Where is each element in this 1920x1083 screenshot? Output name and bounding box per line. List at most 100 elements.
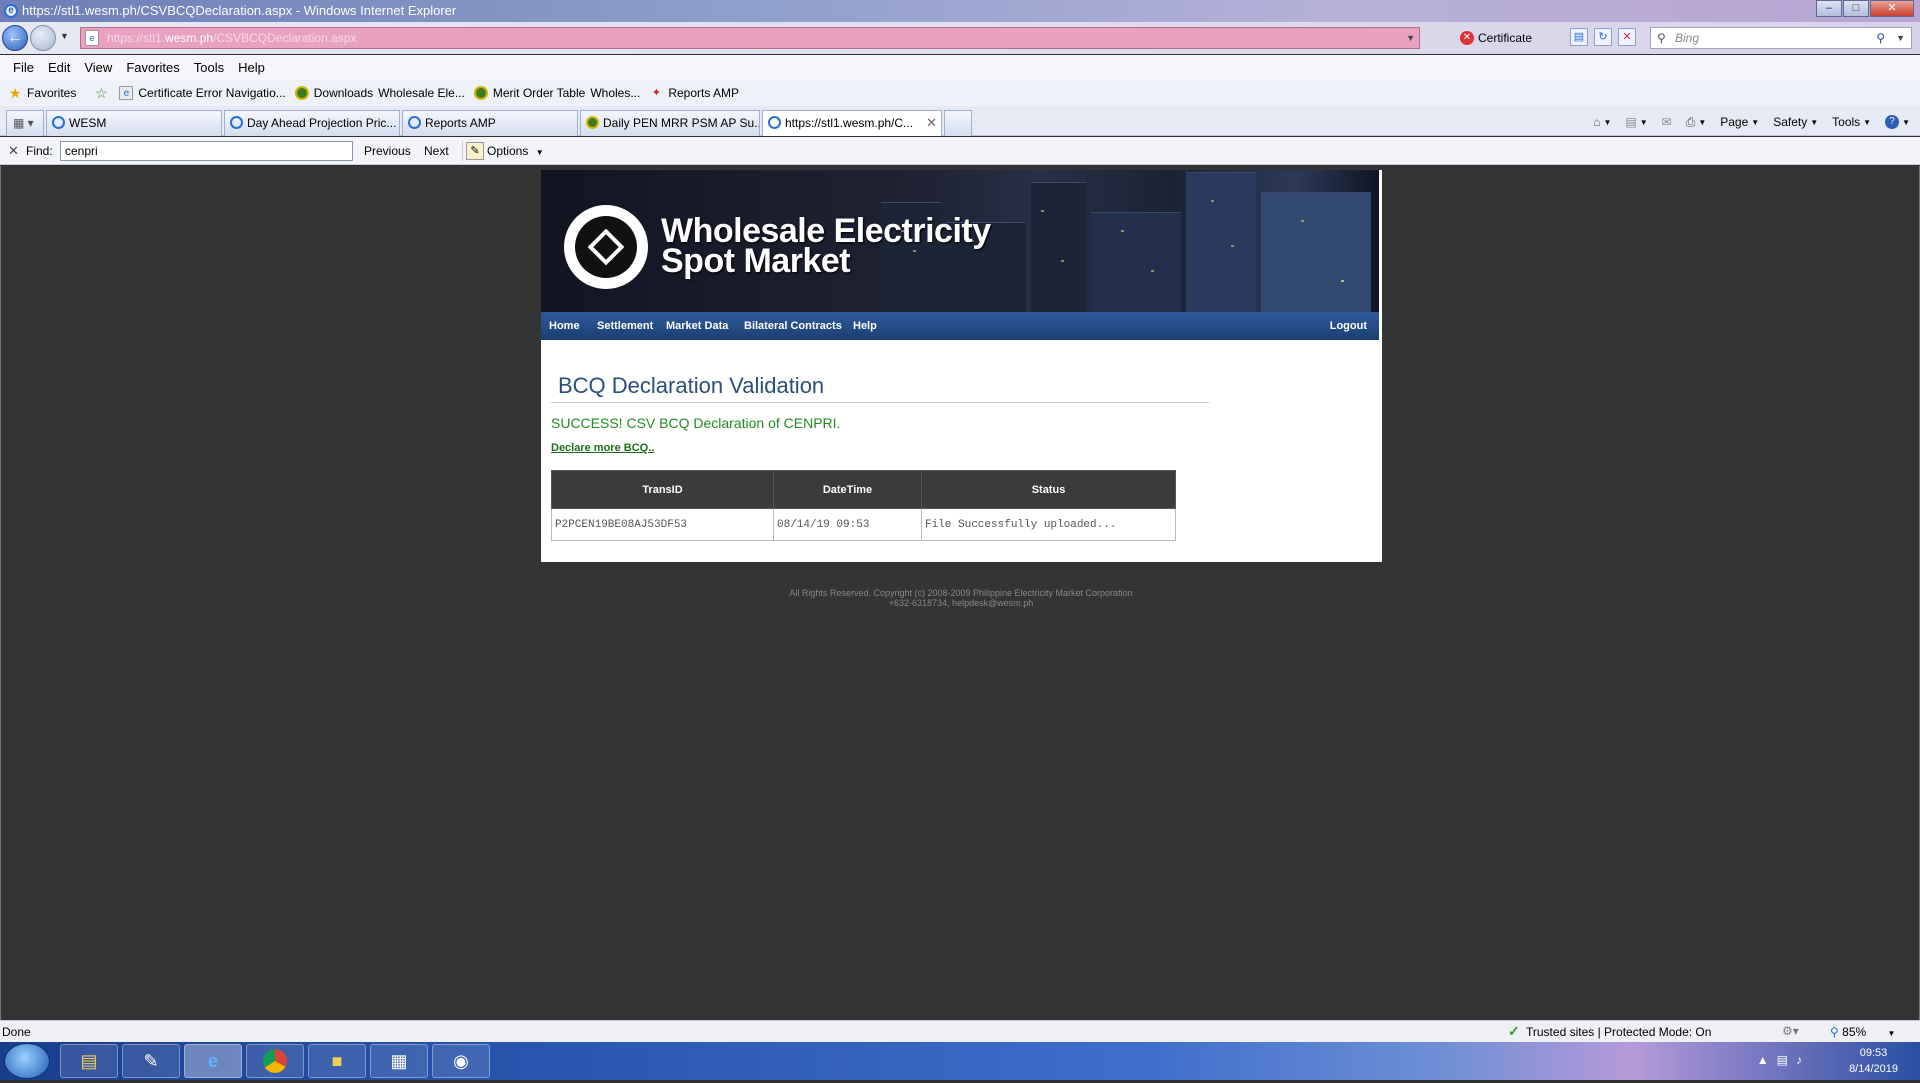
tab-label: Reports AMP bbox=[425, 116, 496, 130]
start-button[interactable] bbox=[4, 1043, 50, 1079]
ie-icon: e bbox=[207, 1051, 218, 1071]
menu-help[interactable]: Help bbox=[231, 60, 272, 75]
system-tray[interactable]: ▲▤♪ bbox=[1757, 1053, 1810, 1067]
status-bar: Done ✓ Trusted sites | Protected Mode: O… bbox=[0, 1020, 1920, 1042]
home-button[interactable]: ⌂ ▼ bbox=[1593, 115, 1611, 129]
nav-bilateral-contracts[interactable]: Bilateral Contracts bbox=[744, 320, 842, 332]
clock-time: 09:53 bbox=[1859, 1047, 1888, 1059]
show-hidden-icon[interactable]: ▲ bbox=[1757, 1053, 1777, 1067]
favorites-button[interactable]: ★ Favorites bbox=[8, 86, 77, 100]
tab-reports-amp[interactable]: Reports AMP bbox=[402, 110, 578, 136]
find-next-button[interactable]: Next bbox=[424, 144, 449, 158]
wesm-logo-mark bbox=[587, 228, 625, 266]
highlight-icon: ✎ bbox=[466, 142, 484, 160]
forward-button[interactable]: → bbox=[30, 25, 56, 51]
find-input[interactable]: cenpri bbox=[60, 141, 353, 161]
compatibility-view-icon[interactable]: ▤ bbox=[1570, 28, 1588, 46]
search-dropdown-icon[interactable]: ▼ bbox=[1896, 28, 1905, 48]
menu-file[interactable]: File bbox=[6, 60, 41, 75]
minimize-button[interactable]: – bbox=[1816, 0, 1842, 17]
ie-page-icon bbox=[230, 116, 243, 129]
ie-page-icon bbox=[408, 116, 421, 129]
favorites-label: Favorites bbox=[27, 86, 77, 100]
tab-daily-pen-mrr[interactable]: Daily PEN MRR PSM AP Su... bbox=[580, 110, 760, 136]
find-options-button[interactable]: ✎ Options ▼ bbox=[462, 141, 544, 161]
zoom-control[interactable]: ⚲ 85% ▼ bbox=[1830, 1025, 1895, 1039]
fav-item-downloads[interactable]: Downloads bbox=[294, 86, 374, 100]
wesm-icon bbox=[294, 86, 309, 100]
new-tab-button[interactable] bbox=[944, 110, 972, 136]
back-button[interactable]: ← bbox=[2, 25, 28, 51]
zoom-icon: ⚲ bbox=[1830, 1025, 1839, 1039]
fav-item-label: Merit Order Table bbox=[492, 86, 586, 100]
search-input[interactable]: ⚲ Bing ⚲ ▼ bbox=[1650, 27, 1912, 49]
taskbar-folder[interactable]: ■ bbox=[308, 1044, 366, 1078]
find-bar: ✕ Find: cenpri Previous Next ✎ Options ▼ bbox=[0, 137, 1920, 165]
find-label: Find: bbox=[26, 144, 53, 158]
favorites-bar: ★ Favorites ☆ e Certificate Error Naviga… bbox=[0, 80, 1920, 106]
status-text: Done bbox=[2, 1025, 31, 1039]
menu-view[interactable]: View bbox=[77, 60, 119, 75]
taskbar-internet-explorer[interactable]: e bbox=[184, 1044, 242, 1078]
taskbar-clock[interactable]: 09:53 8/14/2019 bbox=[1849, 1045, 1898, 1077]
menu-favorites[interactable]: Favorites bbox=[119, 60, 186, 75]
nav-help[interactable]: Help bbox=[853, 320, 877, 332]
tab-wesm[interactable]: WESM bbox=[46, 110, 222, 136]
stop-icon[interactable]: ✕ bbox=[1618, 28, 1636, 46]
page-menu[interactable]: Page ▼ bbox=[1720, 115, 1759, 129]
tools-menu[interactable]: Tools ▼ bbox=[1832, 115, 1871, 129]
print-button[interactable]: ⎙ ▼ bbox=[1686, 115, 1707, 130]
nav-settlement[interactable]: Settlement bbox=[597, 320, 653, 332]
taskbar-app[interactable]: ✎ bbox=[122, 1044, 180, 1078]
menu-tools[interactable]: Tools bbox=[187, 60, 231, 75]
address-input[interactable]: e https://stl1.wesm.ph/CSVBCQDeclaration… bbox=[80, 27, 1420, 49]
fav-item-label: Downloads bbox=[313, 86, 374, 100]
nav-market-data[interactable]: Market Data bbox=[666, 320, 728, 332]
cell-status: File Successfully uploaded... bbox=[921, 508, 1176, 541]
feeds-button[interactable]: ▤ ▼ bbox=[1625, 115, 1647, 129]
search-icon: ⚲ bbox=[1657, 31, 1666, 45]
nav-home[interactable]: Home bbox=[549, 320, 580, 332]
taskbar-chrome[interactable] bbox=[246, 1044, 304, 1078]
search-go-icon[interactable]: ⚲ bbox=[1876, 28, 1885, 48]
taskbar-calculator[interactable]: ▦ bbox=[370, 1044, 428, 1078]
security-zone[interactable]: ✓ Trusted sites | Protected Mode: On bbox=[1508, 1023, 1711, 1039]
fav-item-merit-order-table[interactable]: Merit Order Table bbox=[473, 86, 586, 100]
logout-link[interactable]: Logout bbox=[1330, 320, 1367, 332]
declare-more-link[interactable]: Declare more BCQ.. bbox=[551, 442, 654, 454]
tab-current-page[interactable]: https://stl1.wesm.ph/C... ✕ bbox=[762, 110, 942, 136]
fav-item-wholes[interactable]: Wholes... bbox=[590, 86, 640, 100]
menu-bar: File Edit View Favorites Tools Help bbox=[0, 55, 1920, 80]
menu-edit[interactable]: Edit bbox=[41, 60, 77, 75]
add-favorite-button[interactable]: ☆ bbox=[94, 86, 113, 100]
help-button[interactable]: ? ▼ bbox=[1885, 115, 1910, 129]
close-find-icon[interactable]: ✕ bbox=[8, 143, 19, 159]
close-tab-icon[interactable]: ✕ bbox=[926, 111, 937, 135]
taskbar-explorer[interactable]: ▤ bbox=[60, 1044, 118, 1078]
fav-item-label: Reports AMP bbox=[668, 86, 740, 100]
safety-menu[interactable]: Safety ▼ bbox=[1773, 115, 1818, 129]
find-previous-button[interactable]: Previous bbox=[364, 144, 411, 158]
mail-button[interactable]: ✉ bbox=[1662, 115, 1672, 129]
fav-item-reports-amp[interactable]: ✦ Reports AMP bbox=[649, 86, 739, 100]
cell-transid: P2PCEN19BE08AJ53DF53 bbox=[551, 508, 774, 541]
fav-item-certificate-error[interactable]: e Certificate Error Navigatio... bbox=[119, 86, 286, 100]
page-icon: e bbox=[119, 86, 134, 100]
close-window-button[interactable]: ✕ bbox=[1870, 0, 1914, 17]
table-row: P2PCEN19BE08AJ53DF53 08/14/19 09:53 File… bbox=[551, 508, 1176, 541]
address-dropdown-icon[interactable]: ▼ bbox=[1406, 28, 1415, 48]
maximize-button[interactable]: □ bbox=[1843, 0, 1869, 17]
volume-icon[interactable]: ♪ bbox=[1796, 1053, 1810, 1067]
banner-building bbox=[1186, 172, 1256, 312]
taskbar-paint[interactable]: ◉ bbox=[432, 1044, 490, 1078]
url-prefix: https://stl1. bbox=[107, 31, 166, 45]
quick-tabs-button[interactable]: ▦ ▾ bbox=[6, 110, 44, 136]
ie-page-icon bbox=[768, 116, 781, 129]
certificate-error-badge[interactable]: ✕ Certificate Error bbox=[1458, 27, 1562, 67]
network-icon[interactable]: ▤ bbox=[1777, 1053, 1796, 1067]
fav-item-wholesale-ele[interactable]: Wholesale Ele... bbox=[378, 86, 465, 100]
tab-day-ahead-projection[interactable]: Day Ahead Projection Pric... bbox=[224, 110, 400, 136]
refresh-icon[interactable]: ↻ bbox=[1594, 28, 1612, 46]
zone-settings-icon[interactable]: ⚙▾ bbox=[1782, 1024, 1799, 1038]
recent-pages-dropdown-icon[interactable]: ▼ bbox=[60, 31, 69, 41]
